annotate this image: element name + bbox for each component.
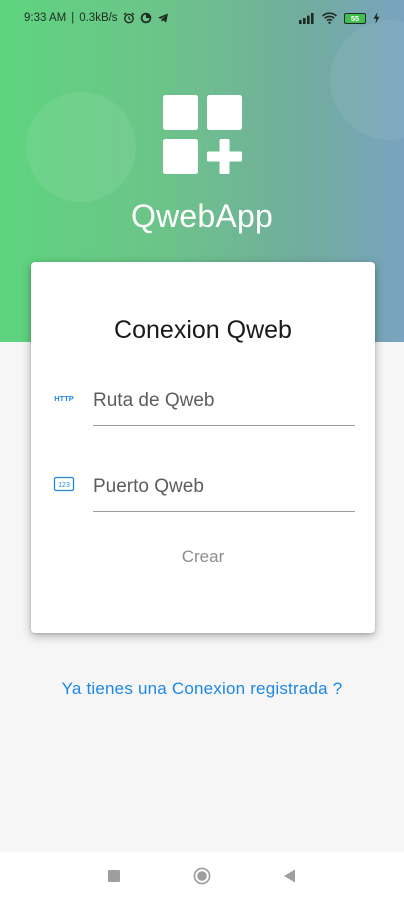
screen: 9:33 AM | 0.3kB/s 55 QwebApp Conexion Qw… [0, 0, 404, 900]
recent-apps-icon[interactable] [108, 870, 120, 882]
battery-icon: 55 [344, 12, 366, 24]
app-title: QwebApp [131, 198, 273, 234]
numeric-keypad-icon: 123 [53, 476, 75, 492]
qweb-port-field: 123 [31, 460, 375, 520]
crear-button[interactable]: Crear [153, 540, 253, 574]
status-network-speed: 0.3kB/s [79, 12, 118, 24]
card-title: Conexion Qweb [114, 316, 292, 344]
http-icon-text: HTTP [54, 394, 74, 403]
back-icon[interactable] [283, 869, 296, 883]
status-right: 55 [299, 12, 380, 24]
qweb-route-field: HTTP [31, 374, 375, 434]
alarm-icon [123, 12, 134, 24]
status-time: 9:33 AM [24, 12, 67, 24]
grid-plus-icon [163, 95, 242, 174]
app-notification-icon [140, 12, 151, 24]
decorative-circle [26, 92, 136, 202]
wifi-icon [322, 12, 337, 24]
http-icon: HTTP [54, 394, 74, 403]
signal-icon [299, 12, 314, 24]
status-left: 9:33 AM | 0.3kB/s [24, 12, 169, 24]
decorative-circle [330, 20, 404, 140]
home-icon[interactable] [193, 867, 211, 885]
numeric-keypad-icon-text: 123 [58, 482, 70, 489]
charging-icon [373, 12, 380, 24]
qweb-port-input[interactable] [93, 462, 355, 512]
navigation-bar [0, 852, 404, 900]
status-separator: | [71, 12, 75, 24]
status-bar: 9:33 AM | 0.3kB/s 55 [0, 0, 404, 36]
qweb-route-input[interactable] [93, 376, 355, 426]
connection-card: Conexion Qweb HTTP 123 Crear [31, 262, 375, 633]
registered-connection-link[interactable]: Ya tienes una Conexion registrada ? [0, 679, 404, 699]
telegram-icon [157, 13, 168, 23]
